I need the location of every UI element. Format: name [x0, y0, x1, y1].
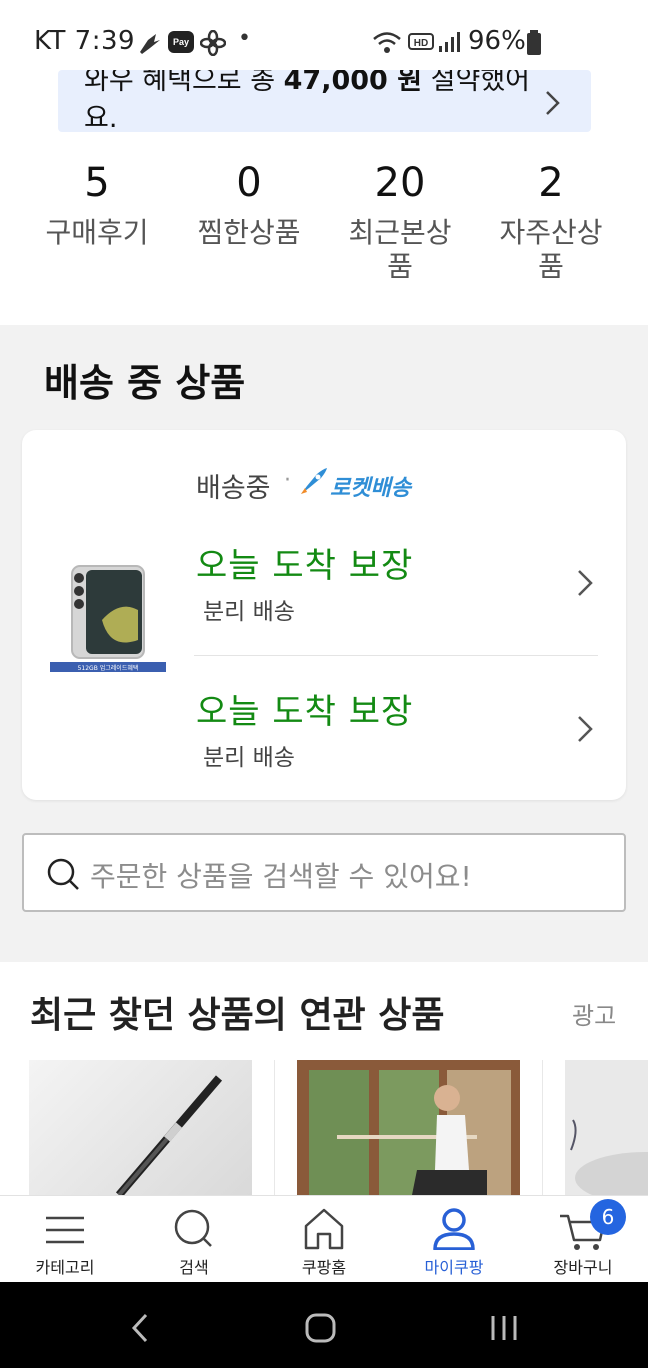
yoga-photo-image	[297, 1060, 520, 1195]
status-separator: ·	[284, 468, 291, 493]
recent-apps-icon[interactable]	[488, 1312, 520, 1344]
shipping-status: 배송중	[196, 473, 271, 504]
pay-icon: Pay	[168, 31, 194, 53]
cart-count-badge: 6	[590, 1199, 626, 1235]
wifi-icon	[373, 32, 401, 53]
nav-category[interactable]: 카테고리	[0, 1196, 130, 1283]
ad-label[interactable]: 광고	[572, 996, 616, 1031]
nav-search[interactable]: 검색	[129, 1196, 259, 1283]
thumbnail-separator	[542, 1060, 543, 1195]
product-tag: 512GB 업그레이드혜택	[78, 664, 139, 672]
chevron-right-icon[interactable]	[576, 568, 594, 598]
related-products-title: 최근 찾던 상품의 연관 상품	[30, 995, 445, 1036]
product-thumbnail[interactable]	[29, 1060, 252, 1195]
svg-text:HD: HD	[414, 38, 428, 49]
item-divider	[194, 655, 598, 656]
rocket-icon	[301, 468, 327, 494]
nav-my-coupang[interactable]: 마이쿠팡	[389, 1196, 519, 1283]
chevron-right-icon[interactable]	[576, 714, 594, 744]
product-thumbnail[interactable]	[565, 1060, 648, 1195]
delivery-guarantee-title[interactable]: 오늘 도착 보장	[196, 684, 413, 733]
product-image[interactable]: 512GB 업그레이드혜택	[50, 560, 166, 674]
notification-bird-icon	[140, 34, 160, 54]
fan-icon	[200, 30, 226, 56]
bottom-nav: 카테고리 검색 쿠팡홈 마이쿠팡 장바구니	[0, 1195, 648, 1282]
nav-cart[interactable]: 장바구니	[518, 1196, 648, 1283]
product-image-partial	[570, 1119, 648, 1195]
shipping-section-title: 배송 중 상품	[44, 361, 246, 405]
person-icon	[433, 1208, 475, 1250]
split-shipping-label: 분리 배송	[203, 745, 295, 771]
activity-stats: 5 구매후기 0 찜한상품 20 최근본상품 2 자주산상품	[0, 150, 648, 320]
home-icon	[304, 1208, 344, 1250]
stat-reviews[interactable]: 5 구매후기	[22, 150, 172, 250]
nav-home[interactable]: 쿠팡홈	[259, 1196, 389, 1283]
rocket-delivery-label: 로켓배송	[330, 476, 411, 501]
battery-percent: 96%	[468, 26, 526, 56]
chevron-right-icon	[546, 91, 560, 115]
system-nav-bar	[0, 1282, 648, 1368]
order-search-placeholder: 주문한 상품을 검색할 수 있어요!	[90, 860, 472, 893]
menu-icon	[46, 1216, 84, 1244]
golf-club-image	[115, 1075, 223, 1195]
hd-icon: HD	[408, 33, 434, 50]
search-icon	[174, 1209, 212, 1247]
search-icon	[47, 858, 79, 890]
back-icon[interactable]	[128, 1312, 152, 1344]
split-shipping-label: 분리 배송	[203, 599, 295, 625]
notification-dot: •	[238, 26, 251, 51]
carrier-time: KT 7:39	[34, 26, 136, 56]
savings-text: 와우 혜택으로 총 47,000 원 절약했어요.	[84, 70, 554, 132]
stat-wishlist[interactable]: 0 찜한상품	[174, 150, 324, 250]
delivery-guarantee-title[interactable]: 오늘 도착 보장	[196, 538, 413, 587]
battery-icon	[527, 30, 541, 55]
thumbnail-separator	[274, 1060, 275, 1195]
savings-amount: 47,000 원	[283, 70, 423, 96]
order-search-input[interactable]: 주문한 상품을 검색할 수 있어요!	[22, 833, 626, 912]
savings-banner[interactable]: 와우 혜택으로 총 47,000 원 절약했어요.	[58, 70, 591, 132]
home-button-icon[interactable]	[304, 1312, 338, 1344]
product-thumbnail[interactable]	[297, 1060, 520, 1195]
stat-recently-viewed[interactable]: 20 최근본상품	[325, 150, 475, 284]
stat-frequently-bought[interactable]: 2 자주산상품	[476, 150, 626, 284]
signal-icon	[439, 32, 460, 52]
